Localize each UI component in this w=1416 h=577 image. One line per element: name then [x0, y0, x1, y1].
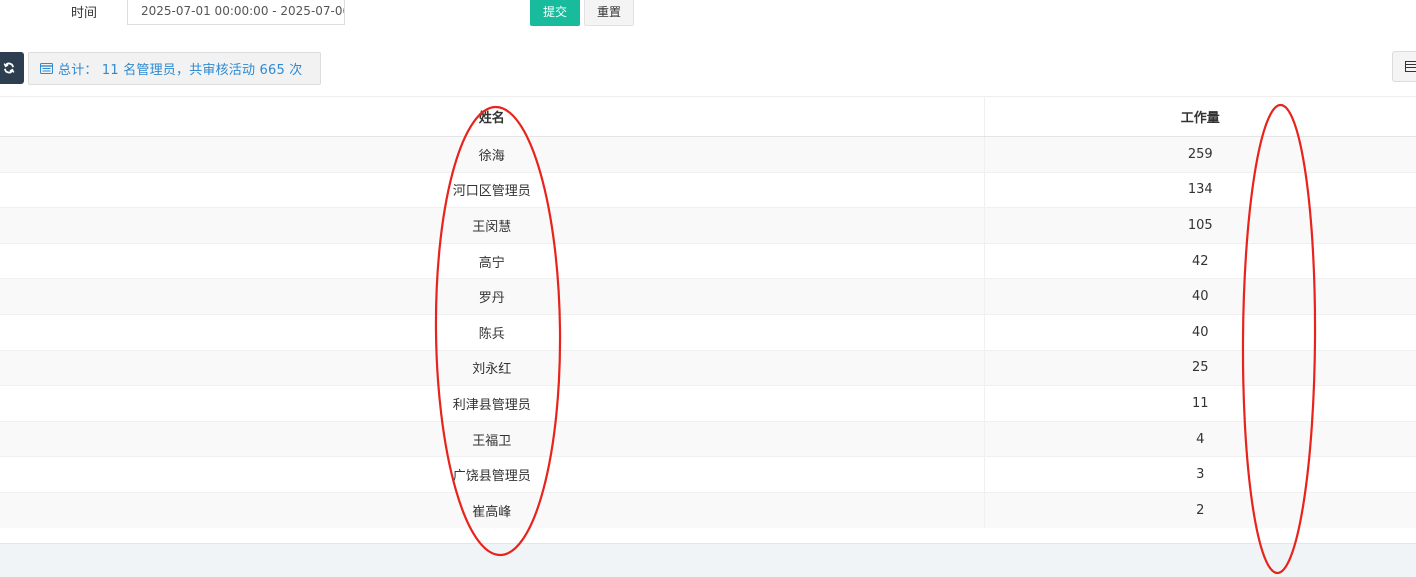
cell-workload: 105	[984, 207, 1416, 244]
cell-name: 广饶县管理员	[0, 456, 985, 493]
summary-badge: 总计： 11 名管理员，共审核活动 665 次	[28, 52, 321, 85]
reset-button[interactable]: 重置	[584, 0, 634, 26]
submit-button[interactable]: 提交	[530, 0, 580, 26]
cell-name: 徐海	[0, 136, 985, 173]
table-row: 王福卫 4	[0, 420, 1416, 457]
table-row: 罗丹 40	[0, 278, 1416, 315]
time-label: 时间	[71, 6, 98, 21]
table-row: 陈兵 40	[0, 313, 1416, 351]
cell-workload: 25	[984, 349, 1416, 386]
column-header-name[interactable]: 姓名	[0, 96, 985, 137]
cell-workload: 40	[984, 313, 1416, 351]
cell-name: 崔高峰	[0, 491, 985, 529]
cell-name: 高宁	[0, 242, 985, 279]
column-header-workload[interactable]: 工作量	[984, 96, 1416, 137]
cell-name: 陈兵	[0, 313, 985, 351]
cell-name: 河口区管理员	[0, 171, 985, 208]
list-icon	[40, 63, 53, 74]
columns-icon	[1405, 61, 1416, 72]
table-row: 利津县管理员 11	[0, 385, 1416, 422]
cell-workload: 40	[984, 278, 1416, 315]
table-row: 王闵慧 105	[0, 207, 1416, 244]
cell-workload: 11	[984, 385, 1416, 422]
cell-workload: 134	[984, 171, 1416, 208]
table-row: 高宁 42	[0, 242, 1416, 279]
columns-button[interactable]	[1392, 51, 1416, 82]
table-header-row: 姓名 工作量	[0, 96, 1416, 137]
cell-name: 王福卫	[0, 420, 985, 457]
table-footer-area	[0, 543, 1416, 577]
cell-name: 利津县管理员	[0, 385, 985, 422]
table-row: 河口区管理员 134	[0, 171, 1416, 208]
refresh-icon	[3, 62, 15, 74]
cell-workload: 4	[984, 420, 1416, 457]
cell-name: 刘永红	[0, 349, 985, 386]
cell-name: 王闵慧	[0, 207, 985, 244]
time-range-input[interactable]: 2025-07-01 00:00:00 - 2025-07-06 2	[127, 0, 345, 25]
table-row: 广饶县管理员 3	[0, 456, 1416, 493]
cell-workload: 2	[984, 491, 1416, 529]
cell-workload: 42	[984, 242, 1416, 279]
workload-table: 姓名 工作量 徐海 259 河口区管理员 134 王闵慧 105 高宁 42 罗…	[0, 96, 1416, 529]
cell-workload: 259	[984, 136, 1416, 173]
summary-text: 总计： 11 名管理员，共审核活动 665 次	[58, 63, 303, 78]
cell-workload: 3	[984, 456, 1416, 493]
cell-name: 罗丹	[0, 278, 985, 315]
table-row: 刘永红 25	[0, 349, 1416, 386]
refresh-button[interactable]	[0, 52, 24, 84]
table-row: 徐海 259	[0, 136, 1416, 173]
table-row: 崔高峰 2	[0, 491, 1416, 529]
